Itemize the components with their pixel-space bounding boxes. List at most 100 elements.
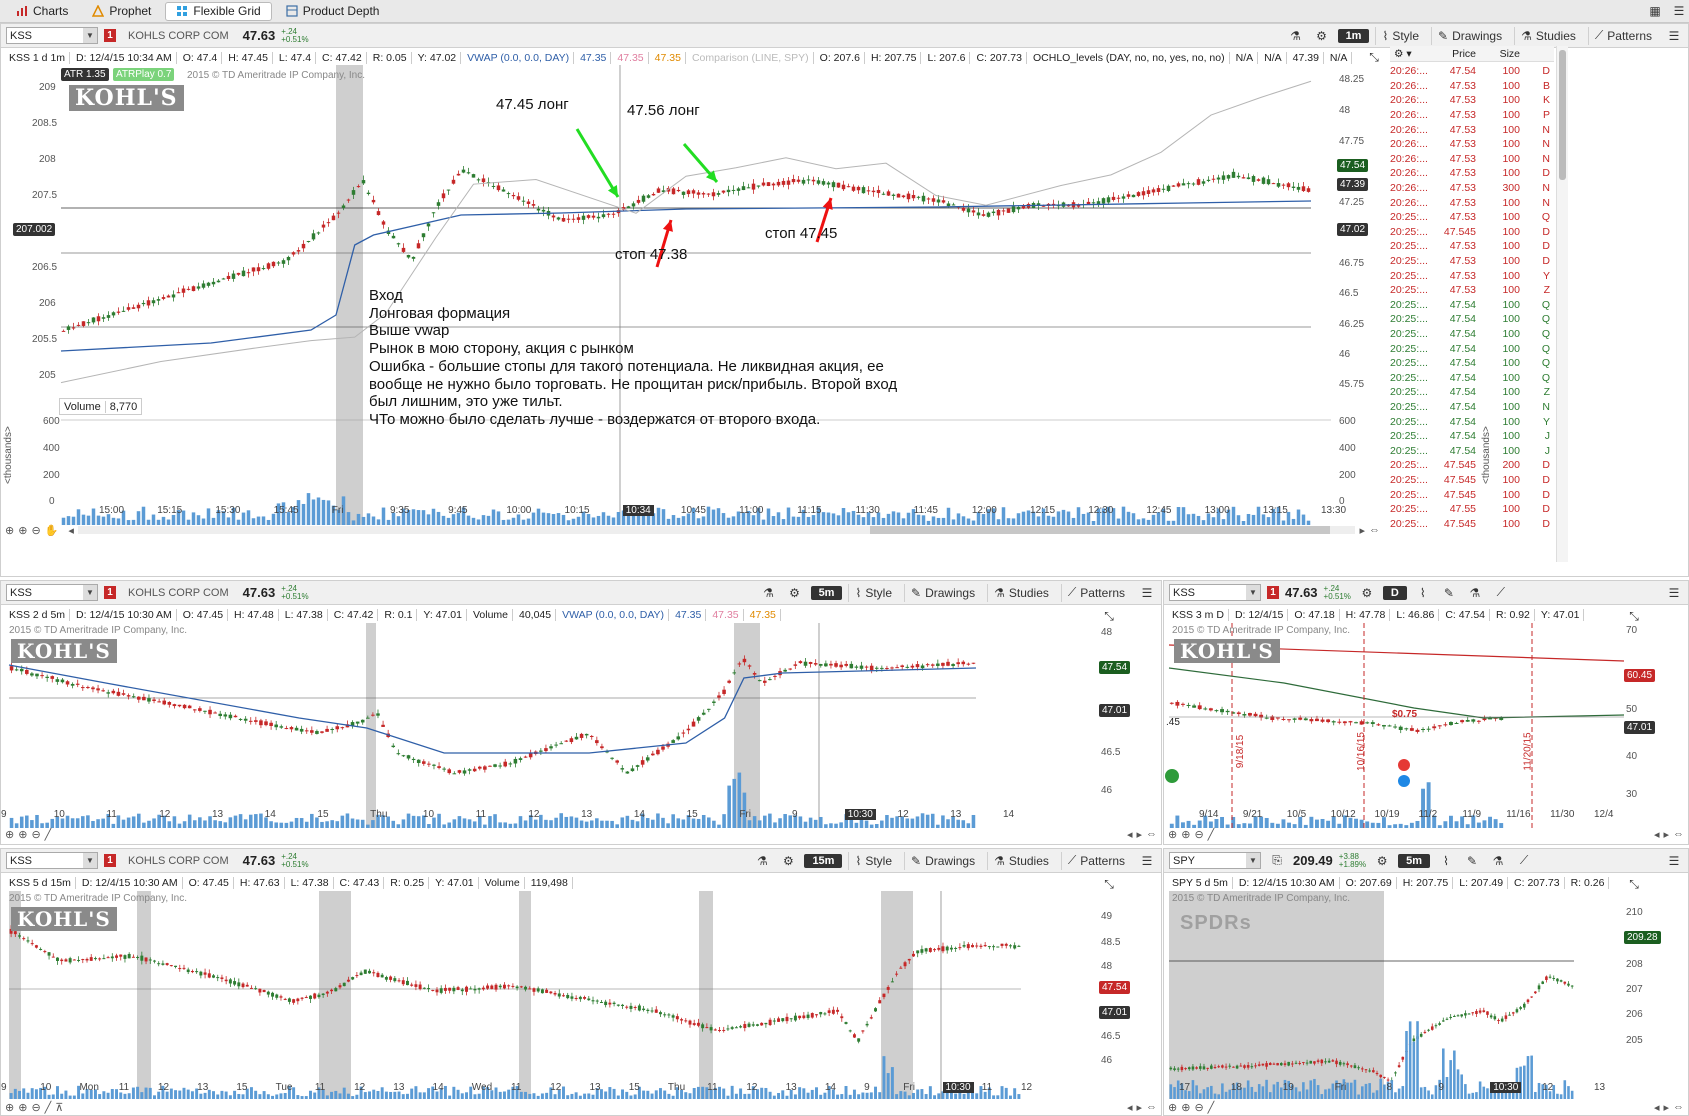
tab-product-depth[interactable]: Product Depth [276,2,390,21]
draw-line-icon[interactable]: ╱ [45,828,52,841]
flask-icon[interactable]: ⚗ [759,584,779,602]
draw-line-icon[interactable]: ╱ [1208,828,1215,841]
style-icon[interactable]: ⌇ [1413,584,1433,602]
scroll-thumb[interactable] [869,526,1330,534]
style-button[interactable]: ⌇ Style [1375,26,1425,45]
pan-icon[interactable]: ⊕ [5,524,14,537]
link-badge[interactable]: 1 [104,586,116,599]
studies-button[interactable]: ⚗ Studies [1514,26,1582,45]
pencil-icon[interactable]: ✎ [1462,852,1482,870]
symbol-selector[interactable]: KSS ▼ [1169,584,1261,601]
expand-icon[interactable]: ⇔ [1673,828,1684,840]
collapse-icon[interactable]: ⤡ [1099,875,1119,893]
main-scrollbar[interactable] [77,526,1356,534]
scroll-left-icon[interactable]: ◂ [1127,1101,1133,1114]
hand-icon[interactable]: ✋ [45,524,59,537]
gear-icon[interactable]: ⚙ [1372,852,1392,870]
pan-icon[interactable]: ⊕ [5,1101,14,1114]
scroll-right-icon[interactable]: ▸ [1136,828,1142,841]
zoom-in-icon[interactable]: ⊕ [1181,1101,1190,1114]
expand-icon[interactable]: ⇔ [1369,524,1380,536]
pan-icon[interactable]: ⊕ [1168,828,1177,841]
style-button[interactable]: ⌇ Style [848,851,898,870]
aggregation-button[interactable]: 5m [810,585,843,600]
layout-grid-icon[interactable]: ▦ [1645,2,1665,20]
drawings-button[interactable]: ✎ Drawings [904,851,981,870]
gear-icon[interactable]: ⚙ [785,584,805,602]
symbol-selector[interactable]: KSS ▼ [6,852,98,869]
gear-icon[interactable]: ⚙ [1312,27,1332,45]
flask-icon[interactable]: ⚗ [752,852,772,870]
menu-icon[interactable]: ☰ [1664,27,1684,45]
zoom-in-icon[interactable]: ⊕ [1181,828,1190,841]
pencil-icon[interactable]: ✎ [1439,584,1459,602]
collapse-icon[interactable]: ⤡ [1624,875,1644,893]
style-icon[interactable]: ⌇ [1436,852,1456,870]
aggregation-button[interactable]: 15m [804,853,843,868]
studies-button[interactable]: ⚗ Studies [987,851,1055,870]
collapse-icon[interactable]: ⤡ [1099,607,1119,625]
tab-flexible-grid[interactable]: Flexible Grid [165,1,272,21]
menu-icon[interactable]: ☰ [1664,584,1684,602]
collapse-panel-icon[interactable]: ⊼ [55,1101,63,1114]
tab-prophet[interactable]: Prophet [82,2,161,21]
patterns-icon[interactable]: ⟋ [1514,852,1534,870]
aggregation-button[interactable]: 1m [1337,28,1370,43]
menu-icon[interactable]: ☰ [1137,584,1157,602]
more-icon[interactable]: ☰ [1669,2,1689,20]
ts-scroll-thumb[interactable] [1559,50,1566,180]
tab-charts[interactable]: Charts [6,2,78,21]
menu-icon[interactable]: ☰ [1664,852,1684,870]
zoom-out-icon[interactable]: ⊖ [31,828,40,841]
draw-line-icon[interactable]: ╱ [45,1101,52,1114]
expand-icon[interactable]: ⇔ [1146,828,1157,840]
aggregation-button[interactable]: D [1382,585,1407,600]
link-badge[interactable]: 1 [104,854,116,867]
zoom-in-icon[interactable]: ⊕ [18,828,27,841]
chart4-price-chart[interactable] [1,891,1101,1099]
flask-icon[interactable]: ⚗ [1465,584,1485,602]
symbol-selector[interactable]: KSS ▼ [6,27,98,44]
pan-icon[interactable]: ⊕ [1168,1101,1177,1114]
gear-icon[interactable]: ⚙ [778,852,798,870]
zoom-out-icon[interactable]: ⊖ [31,1101,40,1114]
sort-gear-icon[interactable]: ⚙ ▾ [1390,48,1430,60]
zoom-out-icon[interactable]: ⊖ [1194,1101,1203,1114]
patterns-button[interactable]: ⟋ Patterns [1587,26,1658,45]
link-badge[interactable]: 1 [104,29,116,42]
drawings-button[interactable]: ✎ Drawings [904,583,981,602]
zoom-out-icon[interactable]: ⊖ [1194,828,1203,841]
expand-icon[interactable]: ⇔ [1146,1101,1157,1113]
patterns-icon[interactable]: ⟋ [1491,584,1511,602]
draw-line-icon[interactable]: ╱ [1208,1101,1215,1114]
scroll-left-icon[interactable]: ◂ [68,524,74,537]
zoom-in-icon[interactable]: ⊕ [18,1101,27,1114]
expand-icon[interactable]: ⇔ [1673,1101,1684,1113]
aggregation-button[interactable]: 5m [1398,853,1431,868]
chart2-price-chart[interactable] [1,623,1101,828]
studies-button[interactable]: ⚗ Studies [987,583,1055,602]
menu-icon[interactable]: ☰ [1137,852,1157,870]
drawings-button[interactable]: ✎ Drawings [1431,26,1508,45]
scroll-left-icon[interactable]: ◂ [1654,828,1660,841]
scroll-right-icon[interactable]: ▸ [1663,1101,1669,1114]
style-button[interactable]: ⌇ Style [848,583,898,602]
scroll-left-icon[interactable]: ◂ [1654,1101,1660,1114]
zoom-in-icon[interactable]: ⊕ [18,524,27,537]
flask-icon[interactable]: ⚗ [1488,852,1508,870]
patterns-button[interactable]: ⟋ Patterns [1060,851,1131,870]
scroll-right-icon[interactable]: ▸ [1663,828,1669,841]
collapse-icon[interactable]: ⤡ [1624,607,1644,625]
symbol-selector[interactable]: KSS ▼ [6,584,98,601]
pan-icon[interactable]: ⊕ [5,828,14,841]
time-sales-list[interactable]: 20:26:... 47.54 100 D 20:26:... 47.53 100 B 20:2… [1390,64,1554,560]
scroll-right-icon[interactable]: ▸ [1359,524,1365,537]
zoom-out-icon[interactable]: ⊖ [31,524,40,537]
scroll-left-icon[interactable]: ◂ [1127,828,1133,841]
collapse-icon[interactable]: ⤡ [1364,48,1384,66]
gear-icon[interactable]: ⚙ [1357,584,1377,602]
paperclip-icon[interactable]: ⎘ [1267,852,1287,870]
flask-icon[interactable]: ⚗ [1286,27,1306,45]
patterns-button[interactable]: ⟋ Patterns [1060,583,1131,602]
scroll-right-icon[interactable]: ▸ [1136,1101,1142,1114]
